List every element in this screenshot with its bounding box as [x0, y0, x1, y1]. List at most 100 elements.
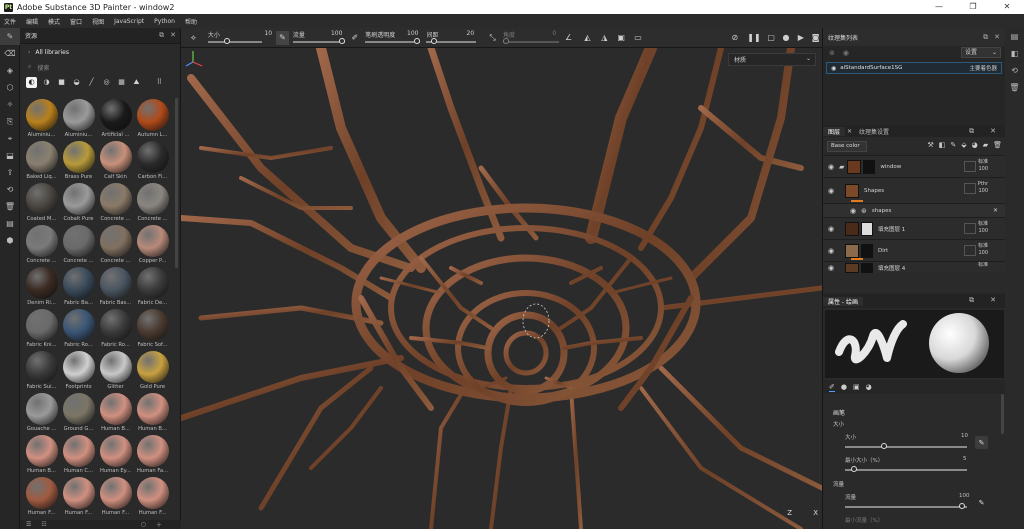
particle-filter-icon[interactable]: ▦: [116, 77, 127, 88]
asset-tile[interactable]: Coated M...: [23, 183, 60, 223]
layer-blend[interactable]: 标准: [978, 262, 988, 269]
asset-tile[interactable]: Glitter: [97, 351, 134, 391]
asset-tile[interactable]: Fabric Sof...: [134, 309, 171, 349]
asset-tile[interactable]: Human F...: [23, 477, 60, 517]
asset-tile[interactable]: Fabric De...: [134, 267, 171, 307]
layer-blend[interactable]: 标准 100: [978, 243, 988, 257]
asset-tile[interactable]: Concrete ...: [134, 183, 171, 223]
asset-tile[interactable]: Aluminiu...: [60, 99, 97, 139]
asset-tile[interactable]: Human Fa...: [134, 435, 171, 475]
asset-tile[interactable]: Footprints: [60, 351, 97, 391]
library-selector[interactable]: › All libraries: [20, 44, 180, 60]
pause-icon[interactable]: ❚❚: [747, 31, 760, 45]
eye-icon[interactable]: ◉: [843, 49, 849, 57]
size-slider-knob[interactable]: [881, 443, 887, 449]
asset-tile[interactable]: Human B...: [97, 393, 134, 433]
hide-icon[interactable]: ⊘: [728, 31, 741, 45]
float-icon[interactable]: ⧉: [159, 31, 164, 40]
eye-icon[interactable]: ◉: [825, 225, 837, 233]
add-effect-icon[interactable]: ⚒: [927, 141, 933, 149]
float-icon[interactable]: ⧉: [964, 127, 979, 136]
asset-tile[interactable]: Human Ey...: [97, 435, 134, 475]
asset-tile[interactable]: Fabric Ro...: [60, 309, 97, 349]
3d-viewport[interactable]: 材质 ⌄ Z X: [181, 48, 822, 529]
filter-list-icon[interactable]: ☷: [41, 521, 46, 528]
trash-icon[interactable]: 🗑: [1005, 79, 1024, 96]
menu-window[interactable]: 窗口: [70, 17, 82, 26]
add-paint-layer-icon[interactable]: ✎: [950, 141, 956, 149]
angle-icon[interactable]: ∠: [562, 31, 575, 45]
cube-icon[interactable]: ⬢: [0, 232, 20, 249]
texture-filter-icon[interactable]: ◒: [71, 77, 82, 88]
asset-tile[interactable]: Cobalt Pure: [60, 183, 97, 223]
stroke-opacity-slider-knob[interactable]: [414, 37, 421, 44]
shading-icon[interactable]: ●: [780, 31, 793, 45]
size-slider[interactable]: [207, 37, 262, 44]
pen-pressure-icon[interactable]: ✎: [276, 30, 289, 45]
layer-row[interactable]: ◉ ▰ window 标准 100: [823, 155, 1006, 177]
brush-filter-icon[interactable]: ╱: [86, 77, 97, 88]
brush-tab-icon[interactable]: ✐: [829, 383, 835, 392]
add-fill-layer-icon[interactable]: ⬙: [961, 141, 966, 149]
asset-tile[interactable]: Fabric Ro...: [97, 309, 134, 349]
menu-mode[interactable]: 模式: [48, 17, 60, 26]
asset-tile[interactable]: Ground G...: [60, 393, 97, 433]
layer-blend[interactable]: 标准 100: [978, 159, 988, 173]
min-size-slider[interactable]: [845, 466, 967, 472]
asset-tile[interactable]: Human C...: [60, 435, 97, 475]
document-icon[interactable]: ▤: [0, 215, 20, 232]
spacing-slider[interactable]: [426, 37, 477, 44]
clone-icon[interactable]: ⎘: [0, 113, 20, 130]
layer-effect-row[interactable]: ◉ ⊛ shapes ✕: [823, 203, 1006, 217]
size-slider-knob[interactable]: [223, 37, 230, 44]
close-icon[interactable]: ✕: [993, 207, 998, 214]
search-input[interactable]: 搜索: [37, 63, 49, 72]
bake-icon[interactable]: ⬓: [0, 147, 20, 164]
assets-scrollbar[interactable]: [175, 98, 178, 268]
eye-icon[interactable]: ◉: [825, 163, 837, 171]
menu-file[interactable]: 文件: [4, 17, 16, 26]
alpha-filter-icon[interactable]: ◎: [101, 77, 112, 88]
list-view-icon[interactable]: ☰: [26, 521, 31, 528]
layer-opacity-box[interactable]: [964, 223, 976, 234]
asset-tile[interactable]: Denim Ri...: [23, 267, 60, 307]
asset-tile[interactable]: Human B...: [134, 393, 171, 433]
layer-row[interactable]: ◉ Dirt 标准 100: [823, 239, 1006, 261]
asset-tile[interactable]: Autumn L...: [134, 99, 171, 139]
float-icon[interactable]: ⧉: [964, 296, 979, 305]
add-folder-icon[interactable]: ▰: [983, 141, 988, 149]
circle-icon[interactable]: ○: [141, 521, 146, 528]
angle-value[interactable]: 0: [552, 30, 556, 37]
environment-filter-icon[interactable]: ⛰: [131, 77, 142, 88]
picker-icon[interactable]: ⌖: [0, 130, 20, 147]
texture-set-row[interactable]: ◉ aiStandardSurface1SG 主要着色器: [826, 62, 1002, 74]
menu-help[interactable]: 帮助: [185, 17, 197, 26]
layer-row[interactable]: ◉ 填充图层 1 标准 100: [823, 217, 1006, 239]
asset-tile[interactable]: Concrete ...: [23, 225, 60, 265]
asset-tile[interactable]: Human F...: [97, 477, 134, 517]
viewport-mode-select[interactable]: 材质 ⌄: [728, 53, 816, 66]
filter-icon-2[interactable]: ▭: [632, 31, 645, 45]
asset-tile[interactable]: Gouache ...: [23, 393, 60, 433]
lazy-mouse-icon[interactable]: ⟡: [187, 31, 200, 45]
cell-icon[interactable]: ▣: [615, 31, 628, 45]
flow-slider[interactable]: [292, 37, 345, 44]
export-icon[interactable]: ⇪: [0, 164, 20, 181]
filter-icon[interactable]: ■: [56, 77, 67, 88]
add-smart-material-icon[interactable]: ◕: [972, 141, 978, 149]
close-icon[interactable]: ✕: [985, 127, 1001, 136]
menu-view[interactable]: 视图: [92, 17, 104, 26]
spacing-value[interactable]: 20: [467, 30, 475, 37]
tab-texture-set-settings[interactable]: 纹理集设置: [854, 127, 894, 136]
angle-slider-knob[interactable]: [503, 37, 509, 44]
projection-icon[interactable]: ◈: [0, 62, 20, 79]
asset-tile[interactable]: Calf Skin: [97, 141, 134, 181]
eraser-icon[interactable]: ⌫: [0, 45, 20, 62]
stroke-opacity-value[interactable]: 100: [407, 30, 418, 37]
size-slider[interactable]: [845, 443, 967, 449]
assets-search[interactable]: ⌕ 搜索: [20, 60, 180, 74]
color-tab-icon[interactable]: ◕: [866, 383, 872, 391]
channel-select[interactable]: Base color: [827, 140, 867, 152]
pen-pressure-button[interactable]: ✎: [975, 436, 988, 449]
texture-set-settings-select[interactable]: 设置 ⌄: [961, 47, 1001, 58]
